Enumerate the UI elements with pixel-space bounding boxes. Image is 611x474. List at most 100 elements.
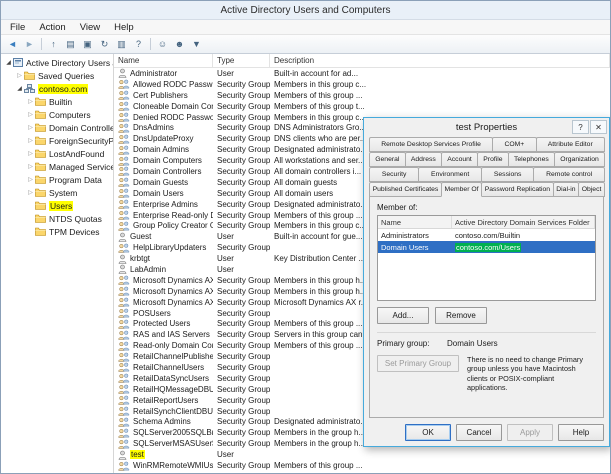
tree-item-saved-queries[interactable]: ▷Saved Queries <box>1 69 113 82</box>
back-icon[interactable]: ◄ <box>4 37 21 52</box>
dialog-close-icon[interactable]: ✕ <box>590 120 607 134</box>
tree-item-contoso-com[interactable]: ◢contoso.com <box>1 82 113 95</box>
member-name: Domain Users <box>378 243 452 252</box>
list-row-cert-publishers[interactable]: Cert PublishersSecurity Group...Members … <box>114 90 610 101</box>
menu-file[interactable]: File <box>3 21 32 34</box>
description-cell: Members of this group t... <box>270 102 610 111</box>
name-text: Domain Controllers <box>133 167 201 176</box>
add-user-icon[interactable]: ☺ <box>154 37 171 52</box>
expand-icon[interactable]: ▷ <box>15 72 24 79</box>
tab-dial-in[interactable]: Dial-in <box>553 182 579 197</box>
help-button[interactable]: Help <box>558 424 604 441</box>
tree-item-domain-controllers[interactable]: ▷Domain Controllers <box>1 121 113 134</box>
tree-item-label: Active Directory Users and Com <box>26 58 113 68</box>
cancel-button[interactable]: Cancel <box>456 424 502 441</box>
dialog-help-icon[interactable]: ? <box>572 120 589 134</box>
tab-remote-desktop-services-profile[interactable]: Remote Desktop Services Profile <box>369 137 493 152</box>
name-cell: Microsoft Dynamics AX ... <box>114 297 213 307</box>
column-header-name[interactable]: Name <box>114 54 213 67</box>
remove-button[interactable]: Remove <box>435 307 487 324</box>
tab-com[interactable]: COM+ <box>492 137 536 152</box>
filter-icon[interactable]: ▼ <box>188 37 205 52</box>
list-row-cloneable-domain-contr[interactable]: Cloneable Domain Contr...Security Group.… <box>114 101 610 112</box>
group-icon <box>118 134 130 144</box>
show-tree-icon[interactable]: ▤ <box>62 37 79 52</box>
tab-account[interactable]: Account <box>441 152 478 167</box>
expand-icon[interactable]: ▷ <box>26 124 35 131</box>
tab-address[interactable]: Address <box>405 152 442 167</box>
tab-telephones[interactable]: Telephones <box>508 152 555 167</box>
tree-item-builtin[interactable]: ▷Builtin <box>1 95 113 108</box>
tab-remote-control[interactable]: Remote control <box>533 167 605 182</box>
name-text: Administrator <box>130 69 177 78</box>
set-primary-group-button[interactable]: Set Primary Group <box>377 355 459 372</box>
tree-item-ntds-quotas[interactable]: NTDS Quotas <box>1 212 113 225</box>
add-group-icon[interactable]: ☻ <box>171 37 188 52</box>
list-row-winrmremotewmiusers[interactable]: WinRMRemoteWMIUsers...Security Group...M… <box>114 460 610 471</box>
tree-item-computers[interactable]: ▷Computers <box>1 108 113 121</box>
tab-security[interactable]: Security <box>369 167 419 182</box>
tree-item-users[interactable]: Users <box>1 199 113 212</box>
collapse-icon[interactable]: ◢ <box>4 59 13 66</box>
expand-icon[interactable]: ▷ <box>26 189 35 196</box>
tab-published-certificates[interactable]: Published Certificates <box>369 182 442 197</box>
expand-icon[interactable]: ▷ <box>26 98 35 105</box>
properties-icon[interactable]: ▣ <box>79 37 96 52</box>
help-icon[interactable]: ? <box>130 37 147 52</box>
list-row-test[interactable]: testUser <box>114 449 610 460</box>
column-header-type[interactable]: Type <box>213 54 270 67</box>
list-row-allowed-rodc-password[interactable]: Allowed RODC Password ...Security Group.… <box>114 79 610 90</box>
group-icon <box>118 221 130 231</box>
menu-action[interactable]: Action <box>32 21 72 34</box>
menu-view[interactable]: View <box>73 21 107 34</box>
name-text: Group Policy Creator Ow... <box>133 221 213 230</box>
tree-item-active-directory-users-and-com[interactable]: ◢ Active Directory Users and Com <box>1 56 113 69</box>
root-icon <box>13 58 23 67</box>
tree-item-program-data[interactable]: ▷Program Data <box>1 173 113 186</box>
export-list-icon[interactable]: ▥ <box>113 37 130 52</box>
tree-item-lostandfound[interactable]: ▷LostAndFound <box>1 147 113 160</box>
tab-organization[interactable]: Organization <box>554 152 605 167</box>
expand-icon[interactable]: ▷ <box>26 163 35 170</box>
name-cell: RetailChannelUsers <box>114 362 213 372</box>
up-level-icon[interactable]: ↑ <box>45 37 62 52</box>
tab-member-of[interactable]: Member Of <box>441 182 482 197</box>
tree-item-tpm-devices[interactable]: TPM Devices <box>1 225 113 238</box>
member-row-administrators[interactable]: Administratorscontoso.com/Builtin <box>378 229 595 241</box>
expand-icon[interactable]: ▷ <box>26 176 35 183</box>
group-icon <box>118 319 130 329</box>
list-header: Name Type Description <box>114 54 610 68</box>
tab-row: Remote Desktop Services ProfileCOM+Attri… <box>369 137 604 152</box>
name-cell: Administrator <box>114 68 213 78</box>
tab-profile[interactable]: Profile <box>477 152 509 167</box>
tree-item-foreignsecurityprincipal[interactable]: ▷ForeignSecurityPrincipal <box>1 134 113 147</box>
type-cell: Security Group... <box>213 80 270 89</box>
tab-password-replication[interactable]: Password Replication <box>481 182 554 197</box>
member-row-domain-users[interactable]: Domain Userscontoso.com/Users <box>378 241 595 253</box>
expand-icon[interactable]: ▷ <box>26 150 35 157</box>
expand-icon[interactable]: ▷ <box>26 137 35 144</box>
column-header-description[interactable]: Description <box>270 54 610 67</box>
name-cell: Read-only Domain Contr... <box>114 341 213 351</box>
refresh-icon[interactable]: ↻ <box>96 37 113 52</box>
tree-item-system[interactable]: ▷System <box>1 186 113 199</box>
member-column-name[interactable]: Name <box>378 216 452 228</box>
menu-help[interactable]: Help <box>107 21 141 34</box>
apply-button[interactable]: Apply <box>507 424 553 441</box>
group-icon <box>118 439 130 449</box>
group-icon <box>118 352 130 362</box>
tree-item-managed-service-accoun[interactable]: ▷Managed Service Accoun <box>1 160 113 173</box>
name-text: RetailReportUsers <box>133 396 198 405</box>
member-column-folder[interactable]: Active Directory Domain Services Folder <box>452 216 595 228</box>
ok-button[interactable]: OK <box>405 424 451 441</box>
expand-icon[interactable]: ▷ <box>26 111 35 118</box>
forward-icon[interactable]: ► <box>21 37 38 52</box>
tab-general[interactable]: General <box>369 152 406 167</box>
tab-object[interactable]: Object <box>578 182 605 197</box>
collapse-icon[interactable]: ◢ <box>15 85 24 92</box>
tab-attribute-editor[interactable]: Attribute Editor <box>536 137 605 152</box>
tab-environment[interactable]: Environment <box>418 167 482 182</box>
add-button[interactable]: Add... <box>377 307 429 324</box>
list-row-administrator[interactable]: AdministratorUserBuilt-in account for ad… <box>114 68 610 79</box>
tab-sessions[interactable]: Sessions <box>481 167 534 182</box>
